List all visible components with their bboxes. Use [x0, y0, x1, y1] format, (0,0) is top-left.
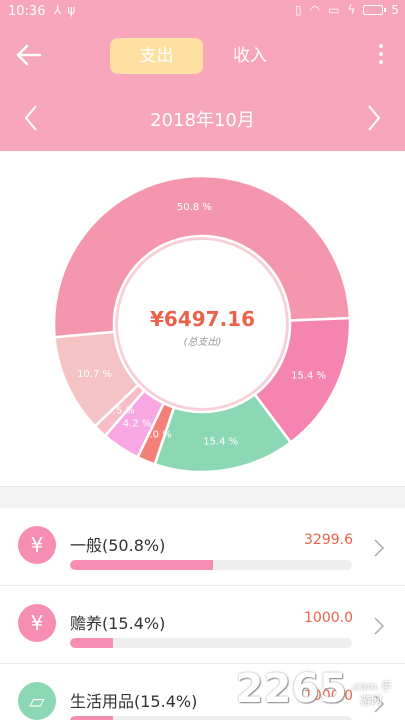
chevron-right-icon — [374, 539, 385, 557]
notification-icons: ⅄ψ — [54, 3, 82, 17]
section-divider — [0, 486, 405, 508]
progress-fill — [70, 716, 114, 720]
total-caption: (总支出) — [183, 337, 222, 348]
watermark-subtitle: .com 手游网 — [350, 680, 392, 707]
header: 支出 收入 2018年10月 — [0, 24, 405, 151]
arrow-left-icon — [16, 44, 42, 66]
battery-icon — [363, 5, 387, 15]
category-progress — [70, 560, 352, 570]
more-menu-button[interactable] — [377, 44, 385, 70]
total-amount: ¥6497.16 — [149, 307, 255, 331]
category-progress — [70, 638, 352, 648]
vibrate-icon: ▯ — [295, 3, 302, 17]
watermark: 2265 .com 手游网 — [236, 664, 395, 716]
status-right: ▯ ◠ ▭ ϟ 5 — [295, 3, 399, 17]
category-amount: 3299.6 — [304, 532, 353, 548]
charging-icon: ϟ — [347, 3, 356, 17]
screen-icon: ▭ — [328, 3, 340, 17]
slice-label: 15.4 % — [291, 371, 326, 382]
slice-label: 4.2 % — [123, 419, 152, 430]
slice-label: 15.4 % — [203, 437, 238, 448]
wifi-icon: ◠ — [309, 3, 321, 17]
slice-label: 50.8 % — [177, 202, 212, 213]
category-name: 生活用品(15.4%) — [70, 692, 198, 711]
list-item[interactable]: ¥ 一般(50.8%) 3299.6 — [0, 508, 405, 586]
month-label: 2018年10月 — [150, 110, 255, 131]
slice-label: 10.7 % — [77, 369, 112, 380]
watermark-logo: 2265 — [235, 666, 347, 712]
donut-chart: 50.8 % 15.4 % 15.4 % 2.0 % 4.2 % 1.5 % 10.7 % … — [0, 151, 405, 486]
battery-level: 5 — [391, 3, 399, 17]
category-amount: 1000.0 — [304, 610, 353, 626]
category-name: 一般(50.8%) — [70, 536, 166, 555]
status-time: 10:36 — [8, 4, 46, 19]
status-bar: 10:36 ⅄ψ ▯ ◠ ▭ ϟ 5 — [0, 0, 405, 24]
yen-cycle-icon: ¥ — [18, 604, 56, 642]
yen-icon: ¥ — [18, 526, 56, 564]
chevron-right-icon — [368, 105, 381, 131]
tab-expense[interactable]: 支出 — [110, 38, 203, 74]
soap-icon: ▱ — [18, 682, 56, 720]
list-item[interactable]: ¥ 赡养(15.4%) 1000.0 — [0, 586, 405, 664]
back-button[interactable] — [14, 40, 48, 72]
progress-fill — [70, 638, 114, 648]
chevron-right-icon — [374, 617, 385, 635]
tab-income[interactable]: 收入 — [212, 38, 288, 74]
progress-fill — [70, 560, 214, 570]
next-month-button[interactable] — [361, 102, 385, 134]
category-progress — [70, 716, 352, 720]
category-name: 赡养(15.4%) — [70, 614, 166, 633]
